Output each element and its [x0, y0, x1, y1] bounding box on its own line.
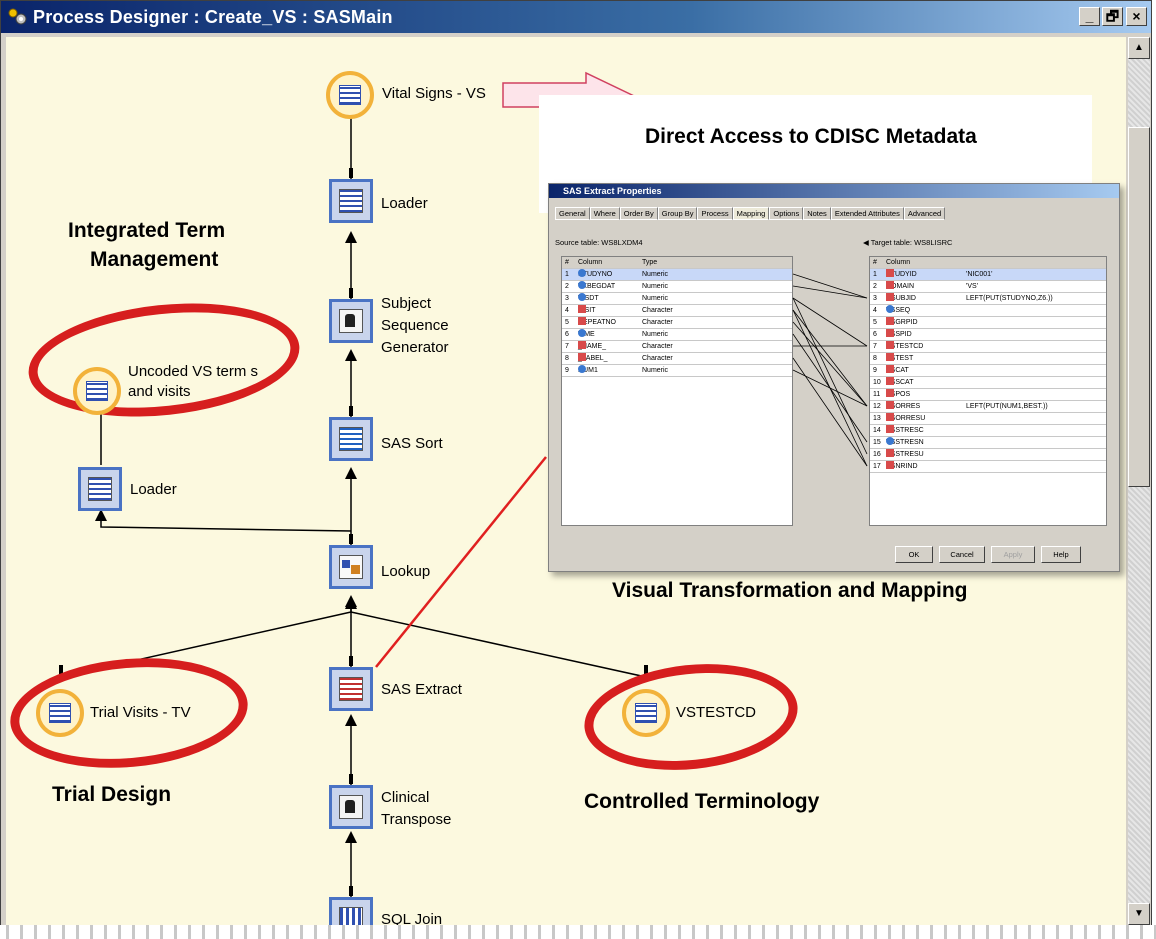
window-title: Process Designer : Create_VS : SASMain	[33, 7, 393, 27]
mapping-lines	[792, 273, 868, 467]
ok-button[interactable]: OK	[895, 546, 933, 563]
mapping-link	[792, 321, 868, 407]
help-button[interactable]: Help	[1041, 546, 1081, 563]
mapping-link	[792, 273, 868, 299]
vstestcd-label: VSTESTCD	[676, 704, 757, 721]
vital-signs-table-node[interactable]	[326, 71, 374, 119]
uncoded-label-line2: and visits	[128, 383, 191, 400]
lookup-icon	[339, 555, 363, 579]
table-icon	[339, 85, 361, 105]
integrated-term-line1: Integrated Term	[68, 219, 226, 242]
sas-sort-label: SAS Sort	[381, 435, 443, 452]
integrated-term-line2: Management	[90, 248, 219, 271]
subject-sequence-generator-node[interactable]	[329, 299, 373, 343]
vstestcd-table-node[interactable]	[622, 689, 670, 737]
subject-seq-line1: Subject	[381, 295, 432, 312]
uncoded-label-line1: Uncoded VS term s	[128, 363, 259, 380]
sort-icon	[339, 427, 363, 451]
join-icon	[339, 907, 363, 925]
table-icon	[635, 703, 657, 723]
loader-icon	[88, 477, 112, 501]
loader-left-label: Loader	[130, 481, 177, 498]
title-bar[interactable]: Process Designer : Create_VS : SASMain _…	[1, 1, 1151, 33]
sas-extract-node[interactable]	[329, 667, 373, 711]
visual-transformation-heading: Visual Transformation and Mapping	[612, 579, 968, 602]
mapping-link	[792, 285, 868, 299]
subject-seq-line2: Sequence	[381, 317, 449, 334]
scroll-up-button[interactable]: ▲	[1128, 37, 1150, 59]
sas-extract-label: SAS Extract	[381, 681, 462, 698]
sas-sort-node[interactable]	[329, 417, 373, 461]
close-button[interactable]: ×	[1126, 7, 1147, 26]
lookup-node[interactable]	[329, 545, 373, 589]
trial-design-heading: Trial Design	[52, 783, 172, 806]
table-icon	[86, 381, 108, 401]
loader-top-label: Loader	[381, 195, 428, 212]
sql-join-node[interactable]	[329, 897, 373, 925]
transpose-icon	[339, 795, 363, 819]
minimize-button[interactable]: _	[1079, 7, 1100, 26]
scroll-thumb[interactable]	[1128, 127, 1150, 487]
process-designer-icon	[7, 7, 27, 27]
mapping-link	[792, 297, 868, 455]
clinical-transpose-node[interactable]	[329, 785, 373, 829]
loader-node-top[interactable]	[329, 179, 373, 223]
sql-join-label: SQL Join	[381, 911, 443, 925]
extract-icon	[339, 677, 363, 701]
uncoded-table-node[interactable]	[73, 367, 121, 415]
table-icon	[49, 703, 71, 723]
clinical-transpose-line1: Clinical	[381, 789, 430, 806]
maximize-button[interactable]: 🗗	[1102, 7, 1123, 26]
vital-signs-label: Vital Signs - VS	[382, 85, 486, 102]
clinical-transpose-line2: Transpose	[381, 811, 452, 828]
trial-visits-table-node[interactable]	[36, 689, 84, 737]
mapping-link	[792, 357, 868, 467]
sas-extract-properties-dialog: SAS Extract Properties General Where Order…	[548, 183, 1120, 572]
direct-access-heading: Direct Access to CDISC Metadata	[645, 125, 977, 148]
scroll-down-button[interactable]: ▼	[1128, 903, 1150, 925]
generator-icon	[339, 309, 363, 333]
loader-icon	[339, 189, 363, 213]
trial-visits-label: Trial Visits - TV	[90, 704, 191, 721]
vertical-scrollbar[interactable]: ▲ ▼	[1128, 37, 1150, 925]
loader-node-left[interactable]	[78, 467, 122, 511]
lookup-label: Lookup	[381, 563, 431, 580]
cancel-button[interactable]: Cancel	[939, 546, 985, 563]
torn-edge	[0, 925, 1156, 939]
subject-seq-line3: Generator	[381, 339, 449, 356]
mapping-link	[792, 309, 868, 407]
mapping-link	[792, 309, 868, 467]
apply-button[interactable]: Apply	[991, 546, 1035, 563]
controlled-terminology-heading: Controlled Terminology	[584, 790, 820, 813]
